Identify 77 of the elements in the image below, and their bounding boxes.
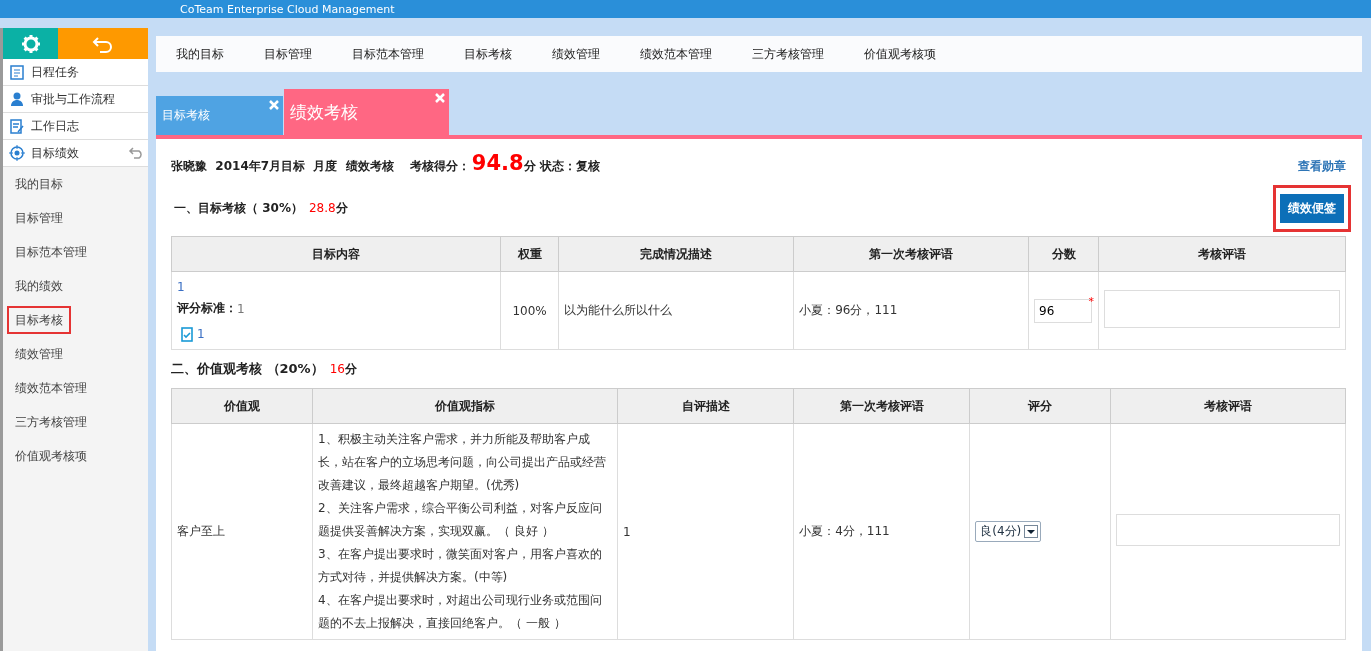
nav-item[interactable]: 目标管理 [264, 45, 312, 63]
document-pen-icon [9, 118, 25, 134]
sidebar-module[interactable]: 目标绩效 [3, 140, 148, 167]
score-label: 考核得分： [409, 158, 470, 175]
comment-field[interactable] [1116, 514, 1340, 546]
review-status: 分 状态：复核 [523, 159, 600, 175]
target-number: 1 [177, 280, 186, 294]
column-header: 评分 [969, 388, 1111, 424]
indicator-text: 1、积极主动关注客户需求，并力所能及帮助客户成长，站在客户的立场思考问题，向公司提出产品或经营改善建议，最终超越客户期望。(优秀) [317, 431, 607, 494]
nav-item[interactable]: 我的目标 [176, 45, 224, 63]
section-score: 16 [329, 362, 345, 376]
close-icon[interactable] [269, 100, 279, 110]
clipboard-icon [9, 64, 25, 80]
attachment-count[interactable]: 1 [197, 327, 205, 341]
column-header: 考核评语 [1098, 236, 1346, 272]
tab-label: 绩效考核 [290, 100, 358, 124]
column-header: 价值观指标 [312, 388, 618, 424]
column-header: 完成情况描述 [558, 236, 794, 272]
indicator-text: 2、关注客户需求，综合平衡公司利益，对客户反应问题提供妥善解决方案，实现双赢。（ 良好 ） [317, 500, 603, 540]
section-title: 二、价值观考核 （20%） [171, 360, 324, 378]
sidebar-item[interactable]: 绩效管理 [7, 340, 71, 368]
table-cell: 客户至上 [171, 423, 313, 640]
total-score: 94.8 [471, 151, 524, 175]
sidebar-item[interactable]: 我的绩效 [7, 272, 71, 300]
nav-item[interactable]: 价值观考核项 [864, 45, 936, 63]
sidebar-item[interactable]: 价值观考核项 [7, 442, 95, 470]
target-icon [9, 145, 25, 161]
nav-item[interactable]: 三方考核管理 [752, 45, 824, 63]
column-header: 分数 [1028, 236, 1099, 272]
column-header: 目标内容 [171, 236, 501, 272]
sidebar-item[interactable]: 我的目标 [7, 170, 71, 198]
sidebar-item[interactable]: 绩效范本管理 [7, 374, 95, 402]
view-medals-link[interactable]: 查看勋章 [1298, 158, 1346, 175]
header-title: CoTeam Enterprise Cloud Management [180, 2, 395, 16]
close-icon[interactable] [435, 93, 445, 103]
user-icon [9, 91, 25, 107]
column-header: 价值观 [171, 388, 313, 424]
table-cell: 小夏：96分，111 [793, 271, 1029, 350]
column-header: 第一次考核评语 [793, 236, 1029, 272]
dropdown-icon [1024, 525, 1039, 538]
table-cell: 小夏：4分，111 [793, 423, 970, 640]
column-header: 权重 [500, 236, 559, 272]
comment-field[interactable] [1104, 290, 1340, 328]
sidebar-module[interactable]: 日程任务 [3, 59, 148, 86]
score-unit: 分 [335, 201, 348, 215]
sidebar-module[interactable]: 工作日志 [3, 113, 148, 140]
criteria-label: 评分标准： [177, 300, 237, 317]
criteria-value: 1 [237, 301, 245, 316]
nav-item[interactable]: 目标范本管理 [352, 45, 424, 63]
sidebar-item[interactable]: 目标范本管理 [7, 238, 95, 266]
column-header: 第一次考核评语 [793, 388, 970, 424]
nav-item[interactable]: 绩效管理 [552, 45, 600, 63]
review-info: 张晓豫 2014年7月目标 月度 绩效考核 [171, 158, 394, 175]
sidebar-item[interactable]: 目标考核 [7, 306, 71, 334]
section-title: 一、目标考核（ 30%） [174, 200, 303, 217]
tab-label: 目标考核 [162, 107, 210, 124]
settings-icon [20, 33, 41, 54]
back-button[interactable] [58, 28, 148, 59]
section-score: 28.8 [308, 201, 336, 215]
column-header: 考核评语 [1110, 388, 1346, 424]
sidebar-module[interactable]: 审批与工作流程 [3, 86, 148, 113]
clipboard-check-icon[interactable] [181, 326, 193, 342]
column-header: 自评描述 [617, 388, 794, 424]
table-cell: 100% [500, 271, 559, 350]
back-arrow-icon [91, 34, 115, 53]
nav-item[interactable]: 目标考核 [464, 45, 512, 63]
rating-select[interactable]: 良(4分) [975, 521, 1042, 542]
score-unit: 分 [344, 362, 357, 376]
nav-item[interactable]: 绩效范本管理 [640, 45, 712, 63]
table-cell: 以为能什么所以什么 [558, 271, 794, 350]
table-cell: 1 [617, 423, 794, 640]
sidebar-item[interactable]: 目标管理 [7, 204, 71, 232]
performance-note-button[interactable]: 绩效便签 [1280, 194, 1344, 223]
indicator-text: 4、在客户提出要求时，对超出公司现行业务或范围问题的不去上报解决，直接回绝客户。（ 一般 ） [317, 592, 603, 632]
settings-button[interactable] [3, 28, 58, 59]
indicator-text: 3、在客户提出要求时，微笑面对客户，用客户喜欢的方式对待，并提供解决方案。(中等) [317, 546, 603, 586]
sidebar-item[interactable]: 三方考核管理 [7, 408, 95, 436]
